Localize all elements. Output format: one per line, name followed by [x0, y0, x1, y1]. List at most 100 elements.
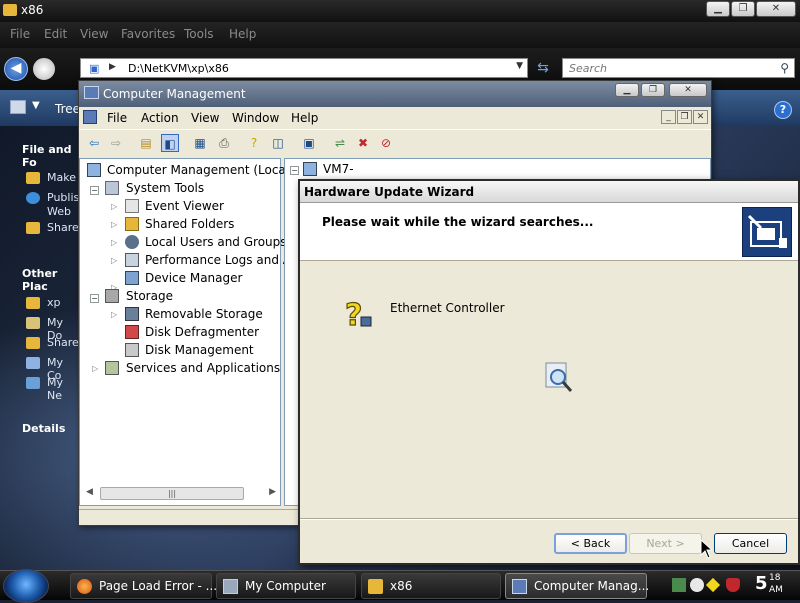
shield-icon[interactable] [726, 578, 740, 592]
collapse-icon[interactable]: − [90, 186, 99, 195]
menu-help[interactable]: Help [229, 27, 256, 41]
cm-menu-help[interactable]: Help [291, 111, 318, 125]
child-close-button[interactable]: ✕ [693, 110, 708, 124]
chevron-down-icon[interactable]: ▼ [32, 100, 40, 111]
tree-item-disk-management[interactable]: Disk Management [145, 343, 254, 357]
show-tree-icon[interactable]: ◧ [161, 134, 179, 152]
child-minimize-button[interactable]: _ [661, 110, 676, 124]
forward-arrow-icon[interactable]: ⇨ [107, 134, 125, 152]
search-icon[interactable]: ⚲ [780, 61, 789, 75]
scroll-left-icon[interactable]: ◀ [86, 487, 93, 497]
network-icon[interactable] [672, 578, 686, 592]
wand-icon[interactable] [705, 577, 721, 593]
task-item-share[interactable]: Share [47, 221, 79, 234]
print-icon[interactable]: ⎙ [215, 134, 233, 152]
forward-button[interactable] [33, 58, 55, 80]
task-item-make[interactable]: Make [47, 171, 76, 184]
minimize-button[interactable]: ▁ [615, 83, 639, 97]
menu-tools[interactable]: Tools [184, 27, 214, 41]
tree-horizontal-scrollbar[interactable]: ◀ ||| ▶ [84, 486, 278, 501]
tree-item-device-manager[interactable]: Device Manager [145, 271, 242, 285]
chevron-down-icon[interactable]: ▼ [516, 61, 523, 71]
expand-icon[interactable]: ▷ [92, 364, 98, 373]
wizard-titlebar[interactable]: Hardware Update Wizard [300, 181, 798, 203]
speaker-icon[interactable] [690, 578, 704, 592]
tree-item-removable-storage[interactable]: Removable Storage [145, 307, 263, 321]
hardware-update-wizard: Hardware Update Wizard Please wait while… [298, 179, 800, 565]
device-tree-root[interactable]: VM7- [323, 162, 354, 176]
cm-menu-window[interactable]: Window [232, 111, 279, 125]
tree-item-system-tools[interactable]: System Tools [126, 181, 204, 195]
cm-menu-action[interactable]: Action [141, 111, 179, 125]
address-text: D:\NetKVM\xp\x86 [128, 62, 229, 75]
child-restore-button[interactable]: ❐ [677, 110, 692, 124]
services-icon [105, 361, 119, 375]
cm-menu-view[interactable]: View [191, 111, 219, 125]
uninstall-icon[interactable]: ✖ [354, 134, 372, 152]
computer-icon [26, 357, 40, 369]
menu-view[interactable]: View [80, 27, 108, 41]
tree-item-shared-folders[interactable]: Shared Folders [145, 217, 234, 231]
taskbar-item-my-computer[interactable]: My Computer [216, 573, 356, 599]
maximize-button[interactable]: ❐ [641, 83, 665, 97]
tree-item-disk-defrag[interactable]: Disk Defragmenter [145, 325, 259, 339]
expand-icon[interactable]: ▷ [111, 310, 117, 319]
expand-icon[interactable]: ▷ [111, 238, 117, 247]
tree-item-event-viewer[interactable]: Event Viewer [145, 199, 224, 213]
computer-management-icon [84, 86, 99, 99]
menu-file[interactable]: File [10, 27, 30, 41]
tree-item-storage[interactable]: Storage [126, 289, 173, 303]
address-field[interactable]: ▣ ▶ D:\NetKVM\xp\x86 ▼ [80, 58, 528, 78]
update-driver-icon[interactable]: ⇌ [331, 134, 349, 152]
search-input[interactable]: Search ⚲ [562, 58, 795, 78]
task-item-web[interactable]: Web [47, 205, 71, 218]
maximize-button[interactable]: ❐ [731, 1, 755, 17]
tree-item-perf-logs[interactable]: Performance Logs and Al [145, 253, 294, 267]
menu-favorites[interactable]: Favorites [121, 27, 175, 41]
explorer-titlebar[interactable]: x86 ▁ ❐ ✕ [0, 0, 800, 22]
scan-hardware-icon[interactable]: ▣ [300, 134, 318, 152]
taskbar-item-computer-management[interactable]: Computer Manag... [505, 573, 649, 599]
toolbar-label[interactable]: Tree [55, 102, 80, 116]
collapse-icon[interactable]: − [90, 294, 99, 303]
close-button[interactable]: ✕ [669, 83, 707, 97]
back-button[interactable]: ◀ [4, 57, 28, 81]
task-heading-other: Other Plac [22, 267, 58, 293]
up-folder-icon[interactable]: ▤ [137, 134, 155, 152]
next-button[interactable]: Next > [629, 533, 702, 554]
export-icon[interactable]: ◫ [269, 134, 287, 152]
cm-menubar: File Action View Window Help _ ❐ ✕ [79, 107, 711, 129]
place-xp[interactable]: xp [47, 296, 61, 309]
shared-folder-icon [125, 217, 139, 231]
cm-menu-file[interactable]: File [107, 111, 127, 125]
expand-icon[interactable]: ▷ [111, 220, 117, 229]
cancel-button[interactable]: Cancel [714, 533, 787, 554]
taskbar-item-browser[interactable]: Page Load Error - ... [70, 573, 217, 599]
taskbar-item-x86[interactable]: x86 [361, 573, 501, 599]
expand-icon[interactable]: ▷ [111, 202, 117, 211]
help-icon[interactable]: ? [245, 134, 263, 152]
scrollbar-thumb[interactable]: ||| [100, 487, 244, 500]
disable-icon[interactable]: ⊘ [377, 134, 395, 152]
back-arrow-icon[interactable]: ⇦ [85, 134, 103, 152]
close-button[interactable]: ✕ [756, 1, 796, 17]
collapse-icon[interactable]: − [290, 166, 299, 175]
start-button[interactable] [3, 569, 49, 603]
back-button[interactable]: < Back [554, 533, 627, 554]
computer-management-icon[interactable] [83, 110, 97, 124]
cm-titlebar[interactable]: Computer Management ▁ ❐ ✕ [79, 81, 711, 107]
task-item-publish[interactable]: Publis [47, 191, 79, 204]
refresh-icon[interactable]: ⇆ [532, 58, 554, 78]
organize-icon[interactable] [10, 100, 26, 114]
expand-icon[interactable]: ▷ [111, 256, 117, 265]
scroll-right-icon[interactable]: ▶ [269, 487, 276, 497]
tree-item-root[interactable]: Computer Management (Local) [107, 163, 294, 177]
tree-item-services[interactable]: Services and Applications [126, 361, 280, 375]
properties-icon[interactable]: ▦ [191, 134, 209, 152]
minimize-button[interactable]: ▁ [706, 1, 730, 17]
menu-edit[interactable]: Edit [44, 27, 67, 41]
place-my-network[interactable]: My Ne [47, 376, 78, 402]
help-icon[interactable]: ? [774, 101, 792, 119]
tree-item-local-users[interactable]: Local Users and Groups [145, 235, 287, 249]
place-shared[interactable]: Share [47, 336, 79, 349]
